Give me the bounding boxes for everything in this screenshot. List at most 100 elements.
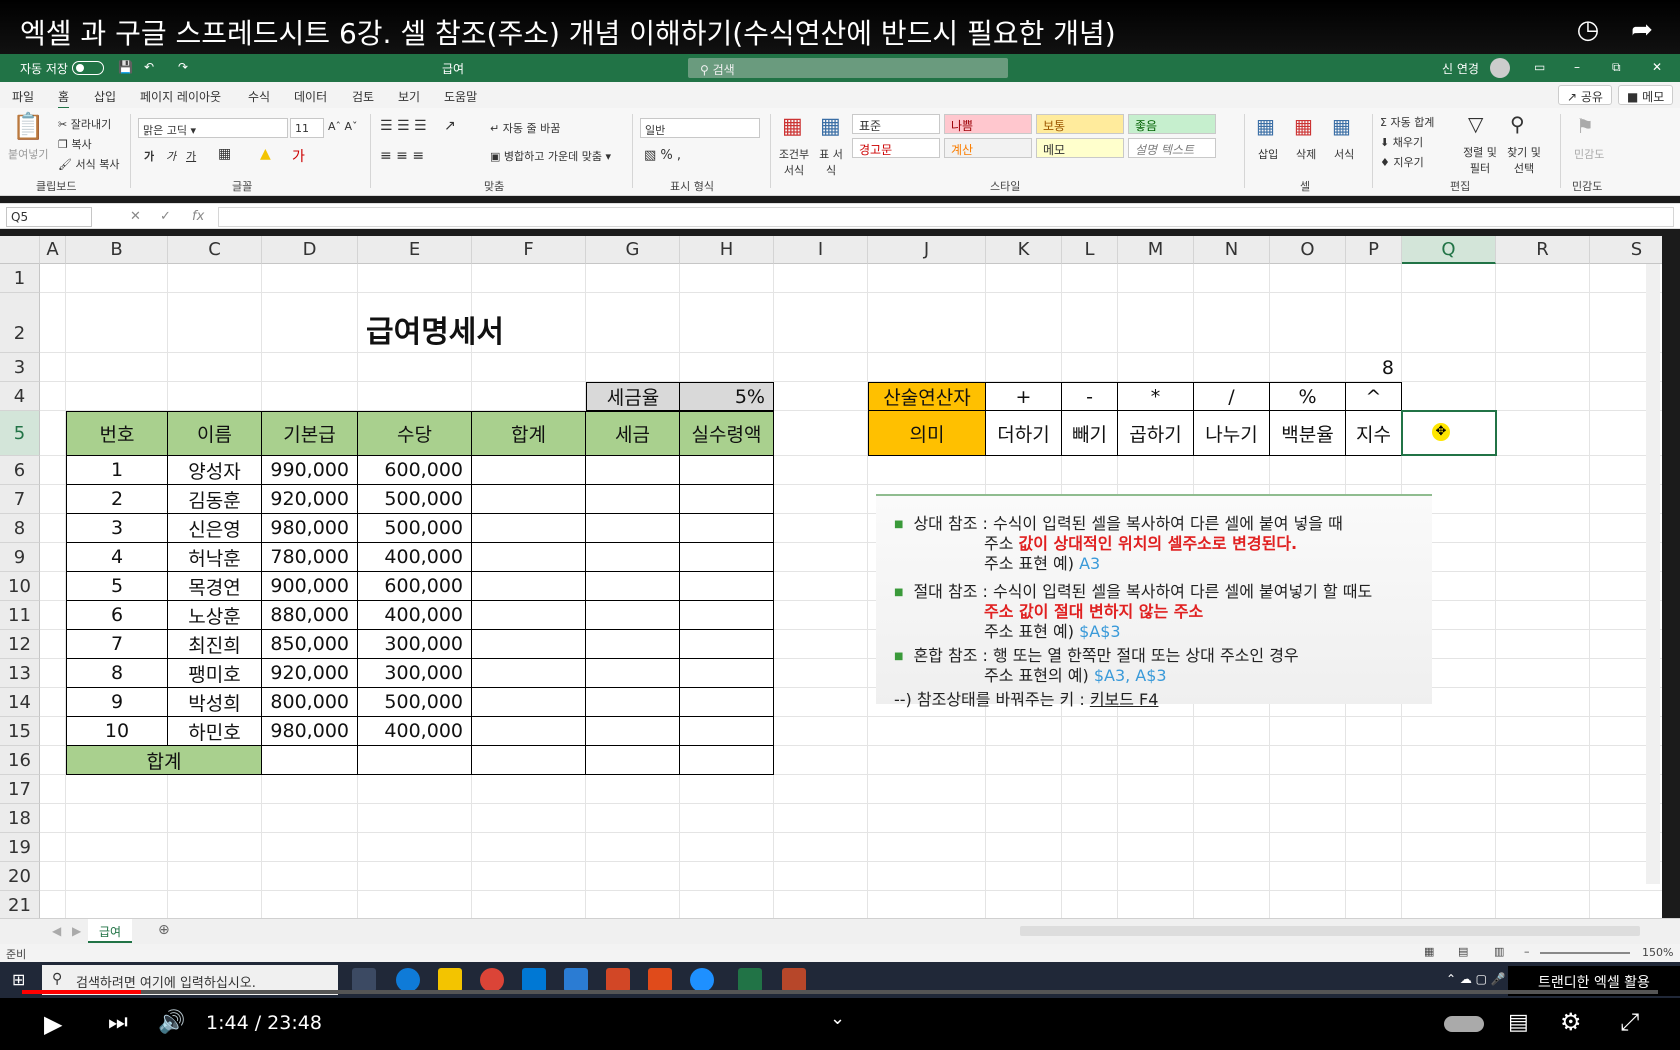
table-cell-total[interactable] xyxy=(472,485,586,514)
table-cell-name[interactable]: 박성희 xyxy=(168,688,262,717)
table-cell-tax[interactable] xyxy=(586,630,680,659)
table-cell-base-pay[interactable]: 980,000 xyxy=(262,514,358,543)
table-cell-total[interactable] xyxy=(472,630,586,659)
sensitivity-icon[interactable]: ⚑ xyxy=(1576,114,1594,138)
table-header-4[interactable]: 합계 xyxy=(472,411,586,456)
font-size-select[interactable]: 11 xyxy=(290,118,324,138)
operator-symbol[interactable]: + xyxy=(986,382,1062,411)
operator-meaning[interactable]: 곱하기 xyxy=(1118,411,1194,456)
table-cell-base-pay[interactable]: 990,000 xyxy=(262,456,358,485)
edge-icon[interactable] xyxy=(396,968,420,992)
table-cell-name[interactable]: 신은영 xyxy=(168,514,262,543)
column-header-o[interactable]: O xyxy=(1270,236,1346,264)
style-neutral[interactable]: 보통 xyxy=(1036,114,1124,134)
table-cell-number[interactable]: 5 xyxy=(66,572,168,601)
style-explanatory[interactable]: 설명 텍스트 xyxy=(1128,138,1216,158)
enter-icon[interactable]: ✓ xyxy=(160,209,171,224)
table-cell-name[interactable]: 목경연 xyxy=(168,572,262,601)
table-cell-name[interactable]: 김동훈 xyxy=(168,485,262,514)
table-cell-net[interactable] xyxy=(680,572,774,601)
format-cells-button[interactable]: 서식 xyxy=(1334,146,1354,162)
table-cell-net[interactable] xyxy=(680,514,774,543)
table-cell-total[interactable] xyxy=(472,717,586,746)
column-header-r[interactable]: R xyxy=(1496,236,1590,264)
column-header-m[interactable]: M xyxy=(1118,236,1194,264)
chrome-icon[interactable] xyxy=(480,968,504,992)
tray-icons[interactable]: ⌃ ☁ ▢ 🎤 xyxy=(1446,972,1506,986)
fill-color-icon[interactable]: ▲ xyxy=(260,146,271,162)
column-header-c[interactable]: C xyxy=(168,236,262,264)
conditional-format-icon[interactable]: ▦ xyxy=(782,114,803,139)
row-header-5[interactable]: 5 xyxy=(0,411,40,456)
app-icon[interactable] xyxy=(564,968,588,992)
table-cell-name[interactable]: 하민호 xyxy=(168,717,262,746)
find-select-button[interactable]: 찾기 및 선택 xyxy=(1504,144,1544,176)
table-cell-total[interactable] xyxy=(472,456,586,485)
table-cell-base-pay[interactable]: 780,000 xyxy=(262,543,358,572)
row-header-14[interactable]: 14 xyxy=(0,688,40,717)
row-header-17[interactable]: 17 xyxy=(0,775,40,804)
table-cell-allowance[interactable]: 500,000 xyxy=(358,514,472,543)
zoom-out-icon[interactable]: – xyxy=(1524,945,1530,958)
bold-button[interactable]: 가 xyxy=(144,148,154,164)
column-header-b[interactable]: B xyxy=(66,236,168,264)
font-name-select[interactable]: 맑은 고딕 ▾ xyxy=(138,118,288,138)
table-cell-allowance[interactable]: 600,000 xyxy=(358,456,472,485)
operator-symbol[interactable]: ^ xyxy=(1346,382,1402,411)
table-cell-base-pay[interactable]: 920,000 xyxy=(262,659,358,688)
total-label[interactable]: 합계 xyxy=(66,746,262,775)
table-cell-allowance[interactable]: 500,000 xyxy=(358,485,472,514)
task-view-icon[interactable] xyxy=(352,968,376,992)
format-painter-button[interactable]: 🖌 서식 복사 xyxy=(58,156,119,172)
row-header-4[interactable]: 4 xyxy=(0,382,40,411)
close-icon[interactable]: ✕ xyxy=(1652,60,1662,74)
tax-rate-label[interactable]: 세금율 xyxy=(586,382,680,411)
ie-icon[interactable] xyxy=(690,968,714,992)
table-cell-allowance[interactable]: 400,000 xyxy=(358,717,472,746)
orientation-icon[interactable]: ↗ xyxy=(444,118,456,134)
operator-meaning[interactable]: 빼기 xyxy=(1062,411,1118,456)
table-cell-net[interactable] xyxy=(680,456,774,485)
formula-input[interactable] xyxy=(218,207,1674,227)
operator-symbol[interactable]: - xyxy=(1062,382,1118,411)
powerpoint-icon[interactable] xyxy=(782,968,806,992)
tab-file[interactable]: 파일 xyxy=(12,88,34,105)
table-cell-net[interactable] xyxy=(680,688,774,717)
style-bad[interactable]: 나쁨 xyxy=(944,114,1032,134)
table-header-5[interactable]: 세금 xyxy=(586,411,680,456)
table-cell-base-pay[interactable]: 800,000 xyxy=(262,688,358,717)
zoom-slider[interactable] xyxy=(1540,952,1630,954)
table-header-0[interactable]: 번호 xyxy=(66,411,168,456)
tab-data[interactable]: 데이터 xyxy=(294,88,327,105)
add-sheet-icon[interactable]: ⊕ xyxy=(158,922,170,938)
table-cell-tax[interactable] xyxy=(586,601,680,630)
tab-view[interactable]: 보기 xyxy=(398,88,420,105)
cut-button[interactable]: ✂ 잘라내기 xyxy=(58,116,111,132)
table-header-1[interactable]: 이름 xyxy=(168,411,262,456)
table-cell-total[interactable] xyxy=(472,688,586,717)
total-cell-d[interactable] xyxy=(262,746,358,775)
border-icon[interactable]: ▦ xyxy=(218,146,231,162)
italic-button[interactable]: 가 xyxy=(166,148,176,164)
watch-later-icon[interactable]: ◷ xyxy=(1570,12,1606,48)
column-header-j[interactable]: J xyxy=(868,236,986,264)
table-cell-total[interactable] xyxy=(472,572,586,601)
table-cell-allowance[interactable]: 400,000 xyxy=(358,543,472,572)
table-header-6[interactable]: 실수령액 xyxy=(680,411,774,456)
row-header-7[interactable]: 7 xyxy=(0,485,40,514)
play-icon[interactable]: ▶ xyxy=(44,1010,62,1038)
column-header-l[interactable]: L xyxy=(1062,236,1118,264)
horizontal-scrollbar[interactable] xyxy=(1020,926,1640,936)
avatar[interactable] xyxy=(1490,58,1510,78)
table-format-button[interactable]: 표 서식 xyxy=(816,146,846,178)
table-cell-number[interactable]: 9 xyxy=(66,688,168,717)
copy-button[interactable]: ❐ 복사 xyxy=(58,136,92,152)
align-left-icon[interactable]: ≡ ≡ ≡ xyxy=(380,148,424,164)
tab-home[interactable]: 홈 xyxy=(58,88,70,109)
row-header-6[interactable]: 6 xyxy=(0,456,40,485)
table-cell-total[interactable] xyxy=(472,659,586,688)
font-color-icon[interactable]: 가 xyxy=(292,146,305,166)
row-header-8[interactable]: 8 xyxy=(0,514,40,543)
file-explorer-icon[interactable] xyxy=(438,968,462,992)
sort-filter-button[interactable]: 정렬 및 필터 xyxy=(1460,144,1500,176)
